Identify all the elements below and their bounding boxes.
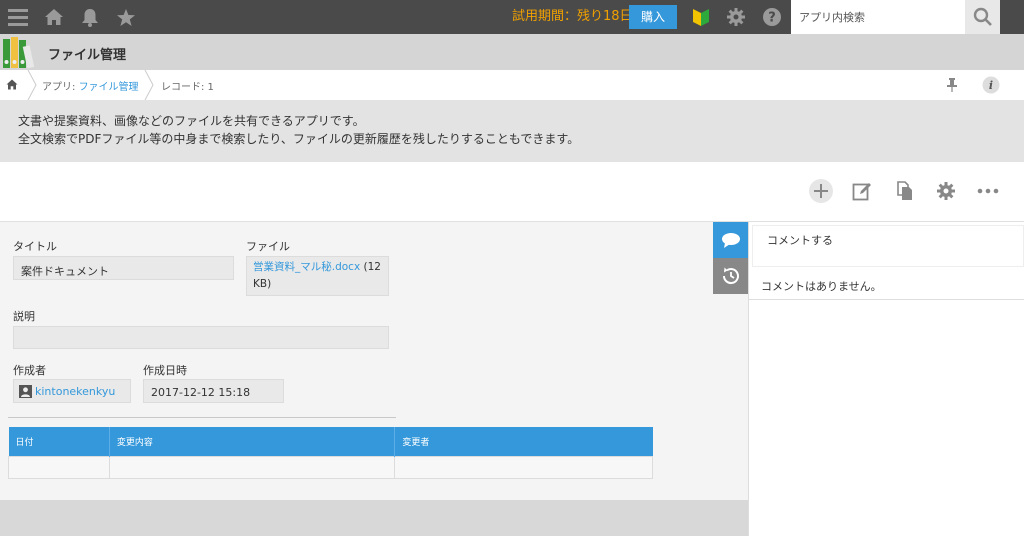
record-toolbar [0, 162, 1024, 222]
record-settings-button[interactable] [933, 178, 959, 204]
more-options-button[interactable] [975, 178, 1001, 204]
file-link[interactable]: 営業資料_マル秘.docx [253, 261, 360, 273]
info-icon[interactable]: i [982, 76, 1000, 97]
buy-button[interactable]: 購入 [629, 5, 677, 29]
table-cell [108, 455, 396, 479]
breadcrumb-app-prefix: アプリ: [42, 82, 76, 93]
help-icon[interactable]: ? [760, 5, 784, 29]
breadcrumb-record: レコード: 1 [161, 82, 214, 93]
edit-icon [852, 183, 871, 201]
beginner-mark-icon[interactable] [689, 5, 713, 29]
copy-document-icon [897, 181, 912, 200]
file-label: ファイル [246, 240, 290, 253]
description-line-2: 全文検索でPDFファイル等の中身まで検索したり、ファイルの更新履歴を残したりする… [18, 132, 580, 146]
comment-bubble-icon [721, 232, 740, 248]
trial-period-text: 試用期間：残り18日 [512, 9, 633, 24]
history-tab[interactable] [713, 258, 748, 294]
created-at-value: 2017-12-12 15:18 [143, 379, 284, 403]
search-button[interactable] [965, 0, 1000, 34]
table-cell [8, 455, 110, 479]
comments-tab[interactable] [713, 222, 748, 258]
no-comments-message: コメントはありません。 [749, 270, 1024, 300]
description-line-1: 文書や提案資料、画像などのファイルを共有できるアプリです。 [18, 114, 365, 128]
comment-input[interactable]: コメントする [752, 225, 1024, 267]
comments-panel: コメントする コメントはありません。 [748, 222, 1024, 536]
breadcrumb-app-link[interactable]: ファイル管理 [79, 82, 139, 93]
table-header-row: 日付 変更内容 変更者 [8, 427, 653, 456]
home-icon[interactable] [6, 79, 18, 93]
table-row [8, 455, 653, 479]
file-binders-icon [2, 36, 36, 70]
title-label: タイトル [13, 240, 57, 253]
breadcrumb-separator [144, 70, 154, 100]
svg-text:i: i [989, 79, 993, 92]
creator-link[interactable]: kintonekenkyu [35, 385, 115, 398]
edit-record-button[interactable] [849, 178, 875, 204]
title-value: 案件ドキュメント [13, 256, 234, 280]
gear-icon [937, 182, 955, 200]
column-header-date: 日付 [8, 427, 110, 456]
svg-text:?: ? [768, 11, 776, 26]
breadcrumb-app[interactable]: アプリ: ファイル管理 [42, 78, 139, 93]
description-value [13, 326, 389, 349]
duplicate-record-button[interactable] [892, 178, 918, 204]
history-clock-icon [722, 267, 739, 285]
add-record-button[interactable] [808, 178, 834, 204]
plus-icon [809, 179, 833, 203]
description-label: 説明 [13, 310, 35, 323]
app-header [0, 34, 1024, 70]
pin-icon[interactable] [946, 77, 958, 96]
bell-icon[interactable] [78, 5, 102, 29]
table-cell [394, 455, 653, 479]
creator-value: kintonekenkyu [13, 379, 131, 403]
search-icon [973, 7, 992, 26]
star-icon[interactable] [114, 5, 138, 29]
column-header-change: 変更内容 [109, 427, 396, 456]
top-bar: 試用期間：残り18日 購入 ? [0, 0, 1024, 34]
menu-icon[interactable] [6, 5, 30, 29]
history-table: 日付 変更内容 変更者 [8, 427, 653, 479]
app-title: ファイル管理 [48, 48, 127, 63]
more-dots-icon [977, 188, 999, 194]
section-divider [8, 417, 396, 418]
breadcrumb: アプリ: ファイル管理 レコード: 1 i [0, 70, 1024, 100]
app-search-input[interactable] [791, 0, 965, 34]
app-description: 文書や提案資料、画像などのファイルを共有できるアプリです。 全文検索でPDFファ… [0, 100, 1024, 162]
column-header-changer: 変更者 [394, 427, 653, 456]
creator-label: 作成者 [13, 364, 46, 377]
created-at-label: 作成日時 [143, 364, 187, 377]
breadcrumb-separator [27, 70, 37, 100]
user-avatar-icon [19, 384, 32, 398]
gear-icon[interactable] [724, 5, 748, 29]
file-value: 営業資料_マル秘.docx (12 KB) [246, 256, 389, 296]
home-icon[interactable] [42, 5, 66, 29]
record-footer [0, 500, 748, 536]
